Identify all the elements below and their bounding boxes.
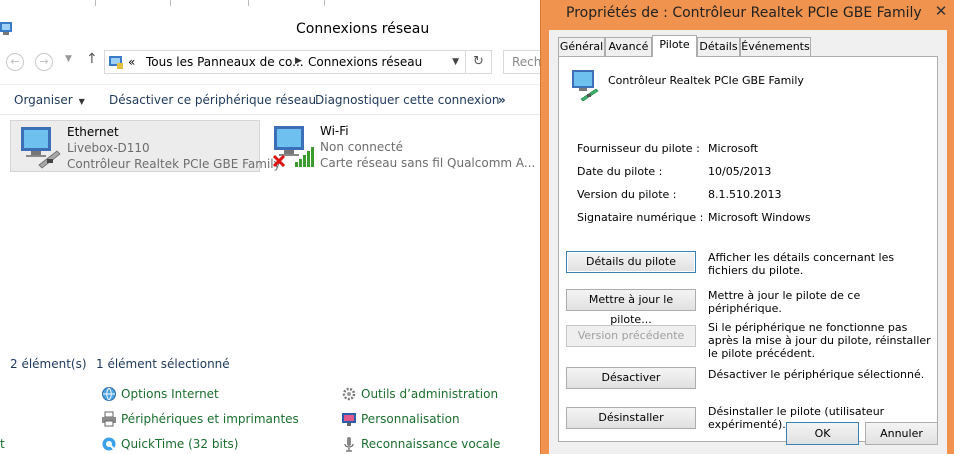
- tab-events[interactable]: Événements: [740, 37, 811, 56]
- link-internet-options[interactable]: Options Internet: [102, 387, 219, 401]
- connection-device: Carte réseau sans fil Qualcomm A...: [320, 156, 536, 170]
- selection-count: 1 élément sélectionné: [96, 357, 230, 371]
- connection-name: Wi-Fi: [320, 124, 349, 138]
- update-driver-description: Mettre à jour le pilote de ce périphériq…: [708, 289, 861, 315]
- address-row: ← → ▼ ↑ « Tous les Panneaux de co... ▶ C…: [0, 48, 563, 76]
- disable-device-button[interactable]: Désactiver: [566, 367, 696, 389]
- address-bar[interactable]: « Tous les Panneaux de co... ▶ Connexion…: [104, 50, 466, 74]
- up-arrow-icon[interactable]: ↑: [86, 51, 98, 67]
- forward-button[interactable]: →: [35, 53, 53, 71]
- organize-menu[interactable]: Organiser ▼: [14, 93, 85, 107]
- link-personalization[interactable]: Personnalisation: [342, 412, 460, 426]
- breadcrumb-network-connections[interactable]: Connexions réseau: [308, 55, 422, 69]
- connection-wifi[interactable]: Wi-Fi Non connecté Carte réseau sans fil…: [264, 120, 540, 172]
- link-speech-recognition[interactable]: Reconnaissance vocale: [344, 437, 501, 452]
- update-driver-button[interactable]: Mettre à jour le pilote...: [566, 289, 696, 326]
- admin-tools-icon: [342, 387, 356, 401]
- connection-name: Ethernet: [67, 125, 119, 139]
- driver-date-label: Date du pilote :: [577, 165, 663, 178]
- microphone-icon: [344, 437, 354, 452]
- driver-provider-value: Microsoft: [708, 142, 759, 155]
- chevron-down-icon: ▼: [78, 97, 85, 106]
- refresh-button[interactable]: ↻: [466, 50, 492, 74]
- recent-locations-dropdown-icon[interactable]: ▼: [65, 54, 72, 64]
- connection-ethernet[interactable]: Ethernet Livebox-D110 Contrôleur Realtek…: [10, 120, 281, 172]
- printer-icon: [102, 411, 116, 427]
- link-label: Périphériques et imprimantes: [121, 412, 299, 426]
- properties-dialog: Propriétés de : Contrôleur Realtek PCIe …: [540, 0, 954, 454]
- tab-general[interactable]: Général: [558, 37, 605, 56]
- dialog-body: Général Avancé Pilote Détails Événements…: [549, 30, 947, 454]
- diagnose-connection-command[interactable]: Diagnostiquer cette connexion: [315, 93, 499, 107]
- driver-version-value: 8.1.510.2013: [708, 188, 782, 201]
- refresh-icon: ↻: [473, 54, 484, 69]
- rollback-driver-button[interactable]: Version précédente: [566, 325, 696, 347]
- network-adapter-icon: [572, 70, 599, 101]
- link-label: Outils d’administration: [361, 387, 499, 401]
- window-title: Connexions réseau: [296, 21, 430, 37]
- close-button[interactable]: ✕: [928, 0, 954, 22]
- driver-details-description: Afficher les détails concernant les fich…: [708, 251, 895, 277]
- driver-tab-panel: Contrôleur Realtek PCIe GBE Family Fourn…: [558, 56, 938, 442]
- device-name: Contrôleur Realtek PCIe GBE Family: [608, 74, 804, 87]
- command-bar: Organiser ▼ Désactiver ce périphérique ré…: [0, 84, 545, 114]
- more-commands-button[interactable]: »: [498, 93, 506, 107]
- link-label: Reconnaissance vocale: [361, 437, 501, 451]
- breadcrumb-separator-icon[interactable]: ▶: [295, 56, 302, 66]
- back-arrow-icon: ←: [10, 55, 20, 68]
- wifi-adapter-icon: [272, 126, 314, 168]
- tab-details[interactable]: Détails: [697, 37, 740, 56]
- link-partial[interactable]: t: [0, 437, 5, 451]
- link-label: Options Internet: [121, 387, 219, 401]
- organize-label: Organiser: [14, 93, 73, 107]
- connection-network: Livebox-D110: [67, 141, 150, 155]
- connection-device: Contrôleur Realtek PCIe GBE Family: [67, 157, 281, 171]
- disable-device-description: Désactiver le périphérique sélectionné.: [708, 368, 925, 381]
- driver-date-value: 10/05/2013: [708, 165, 772, 178]
- divider: [0, 114, 545, 115]
- forward-arrow-icon: →: [39, 55, 49, 68]
- item-count: 2 élément(s): [10, 357, 87, 371]
- digital-signer-value: Microsoft Windows: [708, 211, 811, 224]
- driver-provider-label: Fournisseur du pilote :: [577, 142, 700, 155]
- address-dropdown-icon[interactable]: ▼: [452, 57, 459, 67]
- ethernet-adapter-icon: [21, 127, 61, 169]
- personalization-icon: [342, 413, 356, 426]
- globe-icon: [102, 387, 116, 401]
- uninstall-driver-button[interactable]: Désinstaller: [566, 407, 696, 429]
- link-label: QuickTime (32 bits): [121, 437, 239, 451]
- link-label: Personnalisation: [361, 412, 460, 426]
- dialog-title: Propriétés de : Contrôleur Realtek PCIe …: [566, 5, 922, 21]
- back-button[interactable]: ←: [6, 53, 24, 71]
- cancel-button[interactable]: Annuler: [865, 422, 938, 445]
- breadcrumb-control-panel[interactable]: Tous les Panneaux de co...: [146, 55, 304, 69]
- control-panel-icon: [0, 22, 12, 35]
- status-bar: 2 élément(s) 1 élément sélectionné: [0, 352, 545, 376]
- ok-button[interactable]: OK: [786, 422, 859, 445]
- rollback-driver-description: Si le périphérique ne fonctionne pas apr…: [708, 321, 931, 360]
- driver-version-label: Version du pilote :: [577, 188, 677, 201]
- link-devices-printers[interactable]: Périphériques et imprimantes: [102, 411, 299, 427]
- control-panel-icon: [109, 56, 123, 69]
- tab-driver[interactable]: Pilote: [652, 35, 697, 57]
- driver-details-button[interactable]: Détails du pilote: [566, 251, 696, 273]
- tab-advanced[interactable]: Avancé: [605, 37, 652, 56]
- link-quicktime[interactable]: QuickTime (32 bits): [102, 437, 239, 451]
- breadcrumb-overflow[interactable]: «: [128, 55, 135, 69]
- connection-status: Non connecté: [320, 140, 403, 154]
- link-label: t: [0, 437, 5, 451]
- quicktime-icon: [102, 437, 116, 451]
- link-admin-tools[interactable]: Outils d’administration: [342, 387, 499, 401]
- close-icon: ✕: [934, 2, 948, 20]
- digital-signer-label: Signataire numérique :: [577, 211, 704, 224]
- disable-device-command[interactable]: Désactiver ce périphérique réseau: [109, 93, 316, 107]
